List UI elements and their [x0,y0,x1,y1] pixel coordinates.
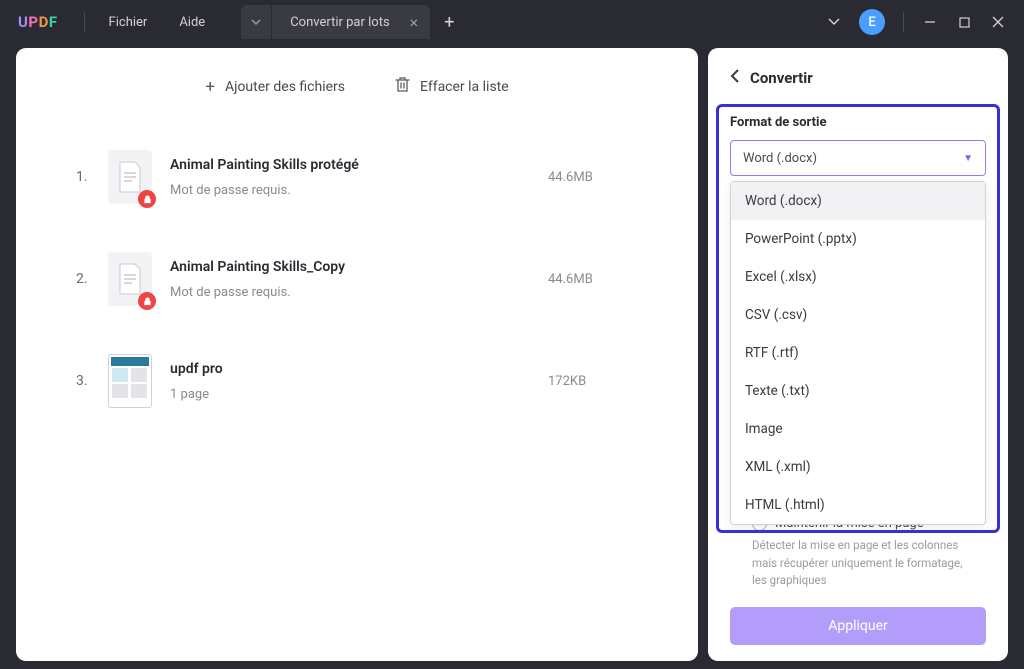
tab-label: Convertir par lots [290,15,389,30]
file-thumbnail [108,354,152,408]
file-name: Animal Painting Skills protégé [170,157,548,173]
chevron-down-icon [827,14,841,28]
maintain-layout-description: Détecter la mise en page et les colonnes… [730,535,986,589]
file-row[interactable]: 3. updf pro 1 page 172KB [76,330,648,432]
clear-list-button[interactable]: Effacer la liste [395,76,509,98]
clear-list-label: Effacer la liste [420,79,509,95]
trash-icon [395,76,410,98]
divider [903,12,904,32]
maximize-icon [959,17,970,28]
file-info: Animal Painting Skills_Copy Mot de passe… [170,259,548,300]
file-row[interactable]: 2. Animal Painting Skills_Copy Mot de pa… [76,228,648,330]
close-icon [992,16,1004,28]
tab-home-dropdown[interactable] [241,5,271,39]
file-number: 3. [76,373,108,389]
side-panel: Convertir Format de sortie Word (.docx) … [708,48,1008,661]
file-size: 172KB [548,374,648,389]
user-avatar[interactable]: E [859,9,885,35]
tab-batch-convert[interactable]: Convertir par lots × [272,5,430,39]
file-name: Animal Painting Skills_Copy [170,259,548,275]
tab-bar: Convertir par lots × + [241,0,468,44]
file-thumbnail [108,150,152,204]
add-files-button[interactable]: + Ajouter des fichiers [205,76,345,98]
file-thumbnail [108,252,152,306]
option-image[interactable]: Image [731,410,985,448]
app-logo: UPDF [0,13,76,31]
option-csv[interactable]: CSV (.csv) [731,296,985,334]
menu-file[interactable]: Fichier [93,15,164,30]
lock-icon [143,297,152,306]
option-rtf[interactable]: RTF (.rtf) [731,334,985,372]
output-format-dropdown[interactable]: Word (.docx) ▼ Word (.docx) PowerPoint (… [730,140,986,176]
tab-add-button[interactable]: + [430,12,468,33]
maximize-button[interactable] [956,13,972,32]
option-excel[interactable]: Excel (.xlsx) [731,258,985,296]
document-icon [117,161,143,193]
lock-icon [143,195,152,204]
side-header: Convertir [708,68,1008,103]
option-html[interactable]: HTML (.html) [731,486,985,524]
lock-badge [138,292,156,310]
file-list: 1. Animal Painting Skills protégé Mot de… [16,116,698,432]
main-panel: + Ajouter des fichiers Effacer la liste … [16,48,698,661]
file-size: 44.6MB [548,272,648,287]
minimize-icon [924,16,936,28]
file-info: updf pro 1 page [170,361,548,402]
minimize-button[interactable] [922,13,938,32]
file-sub: Mot de passe requis. [170,285,548,300]
toolbar: + Ajouter des fichiers Effacer la liste [16,48,698,116]
chevron-down-icon [251,17,261,27]
plus-icon: + [205,77,215,97]
lock-badge [138,190,156,208]
back-button[interactable] [730,68,740,87]
option-txt[interactable]: Texte (.txt) [731,372,985,410]
window-controls: E [827,9,1024,35]
file-info: Animal Painting Skills protégé Mot de pa… [170,157,548,198]
side-title: Convertir [750,69,813,87]
app-menu-dropdown[interactable] [827,13,841,32]
dropdown-value: Word (.docx) [743,151,817,166]
file-row[interactable]: 1. Animal Painting Skills protégé Mot de… [76,126,648,228]
file-name: updf pro [170,361,548,377]
titlebar: UPDF Fichier Aide Convertir par lots × +… [0,0,1024,44]
option-xml[interactable]: XML (.xml) [731,448,985,486]
file-sub: 1 page [170,387,548,402]
chevron-left-icon [730,69,740,83]
file-sub: Mot de passe requis. [170,183,548,198]
divider [84,12,85,32]
option-word[interactable]: Word (.docx) [731,182,985,220]
menu-help[interactable]: Aide [163,15,221,30]
format-section-label: Format de sortie [708,103,1008,140]
caret-down-icon: ▼ [963,153,973,164]
file-number: 1. [76,169,108,185]
tab-close-button[interactable]: × [410,13,419,32]
apply-button[interactable]: Appliquer [730,607,986,645]
dropdown-list: Word (.docx) PowerPoint (.pptx) Excel (.… [730,181,986,525]
document-icon [117,263,143,295]
option-powerpoint[interactable]: PowerPoint (.pptx) [731,220,985,258]
add-files-label: Ajouter des fichiers [225,79,345,95]
file-size: 44.6MB [548,170,648,185]
file-number: 2. [76,271,108,287]
close-button[interactable] [990,13,1006,32]
